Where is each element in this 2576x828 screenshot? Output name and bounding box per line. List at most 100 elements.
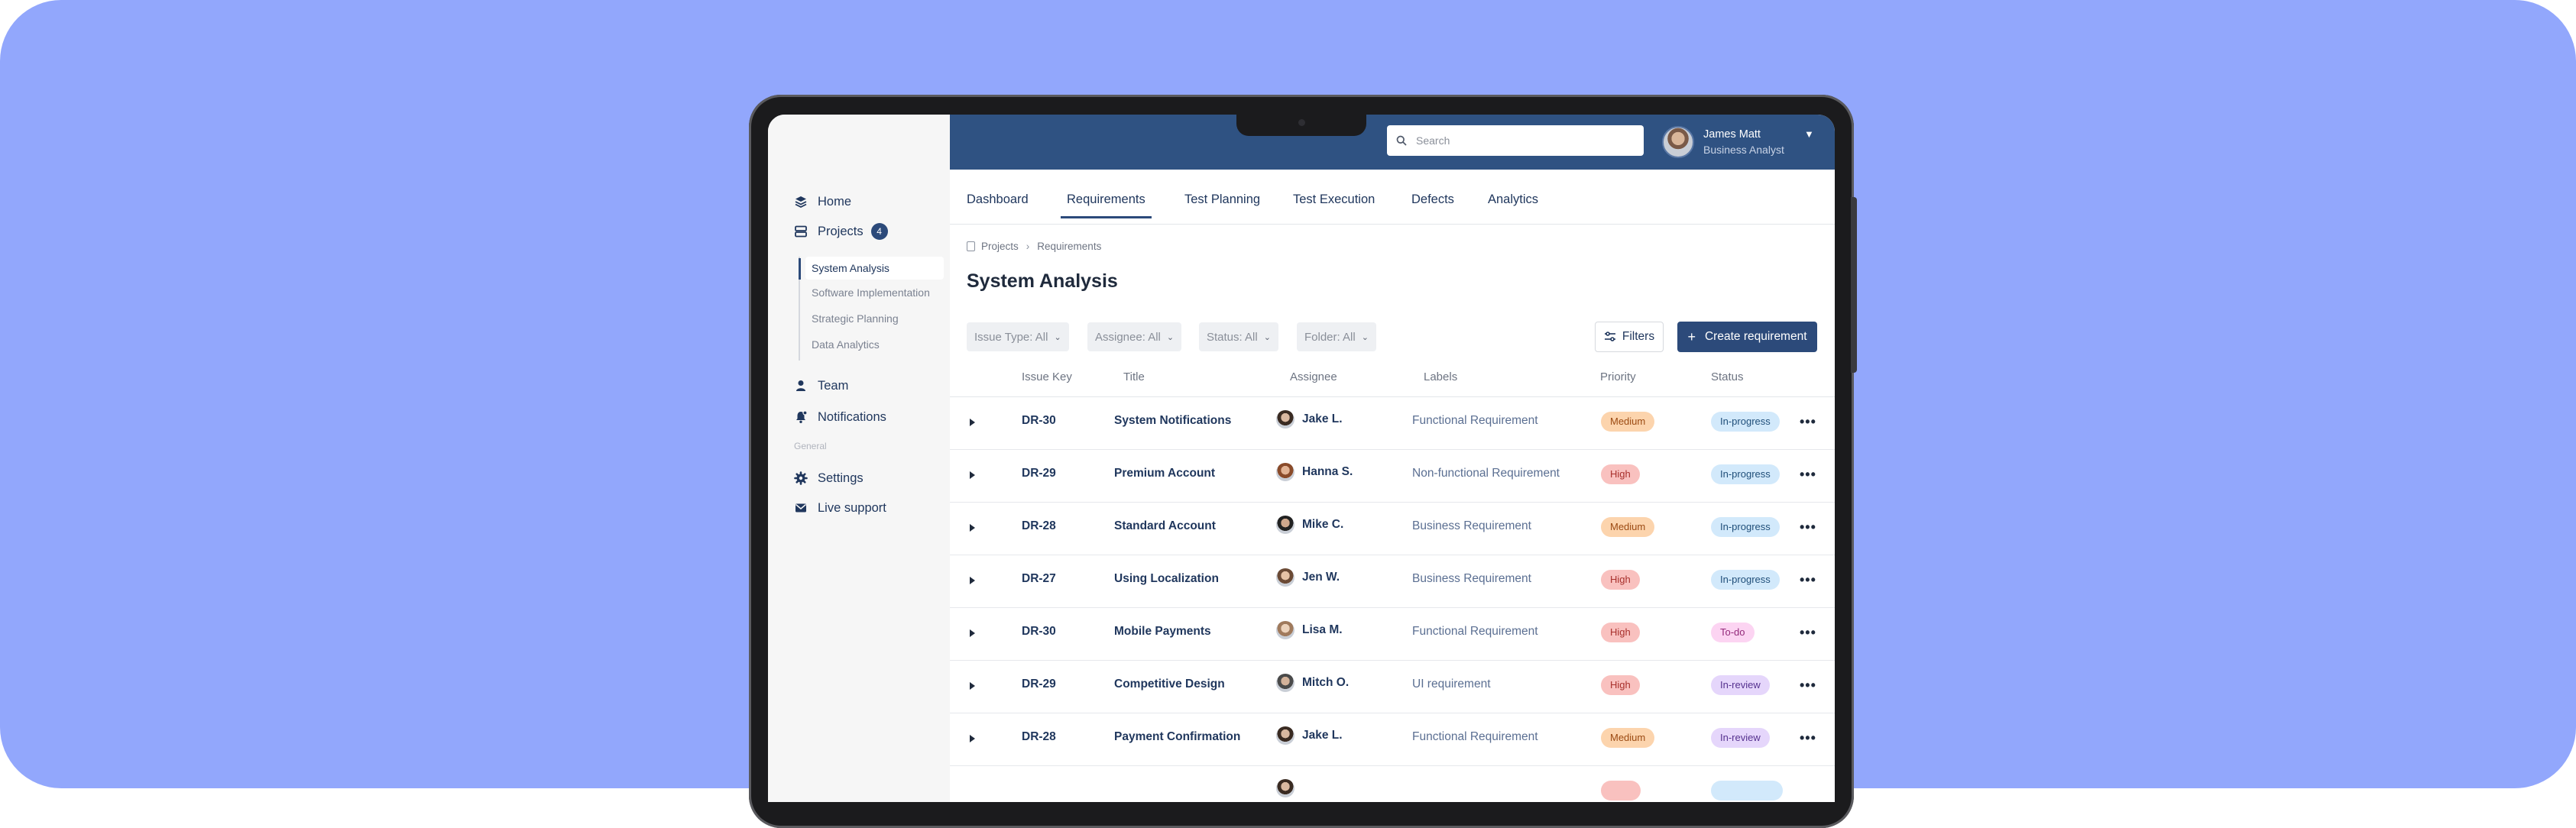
create-button-label: Create requirement (1704, 330, 1807, 343)
sidebar-item-home[interactable]: Home (794, 191, 851, 212)
expand-row-icon[interactable] (970, 419, 975, 426)
status-badge: In-review (1711, 728, 1770, 748)
tab-analytics[interactable]: Analytics (1488, 192, 1538, 207)
assignee[interactable]: Jake L. (1276, 726, 1343, 745)
table-row[interactable]: DR-28 Payment Confirmation Jake L. Function… (950, 713, 1835, 766)
layers-icon (794, 195, 808, 209)
assignee[interactable]: Mike C. (1276, 516, 1343, 534)
search-box[interactable] (1387, 125, 1644, 156)
column-issue-key[interactable]: Issue Key (1022, 370, 1072, 383)
issue-key[interactable]: DR-30 (1022, 625, 1056, 639)
filter-folder[interactable]: Folder: All ⌄ (1297, 322, 1376, 351)
assignee[interactable]: Hanna S. (1276, 463, 1353, 481)
issue-key[interactable]: DR-29 (1022, 467, 1056, 480)
subnav-item-system-analysis[interactable]: System Analysis (805, 257, 944, 280)
status-badge (1711, 781, 1783, 801)
filters-button-label: Filters (1622, 330, 1655, 343)
more-options-icon[interactable]: ••• (1800, 730, 1816, 746)
issue-title[interactable]: Using Localization (1114, 572, 1219, 586)
gear-icon (794, 471, 808, 485)
more-options-icon[interactable]: ••• (1800, 467, 1816, 483)
table-row[interactable]: DR-29 Premium Account Hanna S. Non-function… (950, 450, 1835, 503)
issue-key[interactable]: DR-30 (1022, 414, 1056, 428)
filters-button[interactable]: Filters (1595, 322, 1664, 352)
expand-row-icon[interactable] (970, 471, 975, 479)
table-row[interactable]: DR-28 Standard Account Mike C. Business Req… (950, 503, 1835, 555)
priority-badge: High (1601, 675, 1640, 695)
tab-test-planning[interactable]: Test Planning (1184, 192, 1260, 207)
expand-row-icon[interactable] (970, 524, 975, 532)
subnav-item-strategic-planning[interactable]: Strategic Planning (812, 309, 899, 328)
table-row[interactable]: DR-27 Using Localization Jen W. Business Re… (950, 555, 1835, 608)
avatar (1276, 621, 1294, 639)
issue-title[interactable]: Premium Account (1114, 467, 1215, 480)
create-requirement-button[interactable]: + Create requirement (1677, 322, 1817, 352)
column-status[interactable]: Status (1711, 370, 1744, 383)
sidebar-item-live-support[interactable]: Live support (794, 497, 886, 519)
avatar (1276, 726, 1294, 745)
column-labels[interactable]: Labels (1424, 370, 1457, 383)
issue-title[interactable]: Standard Account (1114, 519, 1216, 533)
more-options-icon[interactable]: ••• (1800, 625, 1816, 641)
more-options-icon[interactable]: ••• (1800, 519, 1816, 535)
issue-key[interactable]: DR-29 (1022, 678, 1056, 691)
sidebar-item-notifications[interactable]: Notifications (794, 406, 886, 428)
assignee-name: Jake L. (1302, 412, 1343, 425)
table-row[interactable]: DR-30 Mobile Payments Lisa M. Functional Re… (950, 608, 1835, 661)
issue-label: Functional Requirement (1412, 625, 1538, 638)
search-input[interactable] (1414, 134, 1616, 147)
plus-icon: + (1687, 328, 1696, 344)
issue-key[interactable]: DR-28 (1022, 519, 1056, 533)
issue-title[interactable]: Payment Confirmation (1114, 730, 1240, 744)
filter-assignee[interactable]: Assignee: All ⌄ (1087, 322, 1182, 351)
issue-label: Business Requirement (1412, 572, 1531, 585)
assignee[interactable]: Jake L. (1276, 410, 1343, 429)
projects-subnav: System Analysis Software Implementation … (799, 257, 950, 364)
assignee[interactable] (1276, 779, 1302, 797)
issue-title[interactable]: Mobile Payments (1114, 625, 1211, 639)
tab-requirements[interactable]: Requirements (1061, 192, 1152, 218)
assignee[interactable]: Lisa M. (1276, 621, 1343, 639)
expand-row-icon[interactable] (970, 577, 975, 584)
subnav-item-software-implementation[interactable]: Software Implementation (812, 283, 930, 302)
issue-title[interactable]: System Notifications (1114, 414, 1231, 428)
issue-key[interactable]: DR-27 (1022, 572, 1056, 586)
tab-test-execution[interactable]: Test Execution (1293, 192, 1375, 207)
issue-title[interactable]: Competitive Design (1114, 678, 1225, 691)
more-options-icon[interactable]: ••• (1800, 678, 1816, 694)
bell-icon (794, 410, 808, 424)
projects-count-badge: 4 (870, 223, 888, 240)
user-menu[interactable]: James Matt Business Analyst (1662, 125, 1784, 159)
sliders-icon (1604, 332, 1616, 342)
column-priority[interactable]: Priority (1600, 370, 1636, 383)
table-row[interactable] (950, 766, 1835, 802)
chevron-right-icon: › (1026, 241, 1030, 252)
more-options-icon[interactable]: ••• (1800, 572, 1816, 588)
sidebar-item-projects[interactable]: Projects 4 (794, 221, 888, 242)
expand-row-icon[interactable] (970, 735, 975, 742)
table-row[interactable]: DR-30 System Notifications Jake L. Function… (950, 397, 1835, 450)
expand-row-icon[interactable] (970, 629, 975, 637)
issue-key[interactable]: DR-28 (1022, 730, 1056, 744)
tab-defects[interactable]: Defects (1411, 192, 1454, 207)
table-row[interactable]: DR-29 Competitive Design Mitch O. UI requir… (950, 661, 1835, 713)
avatar (1276, 568, 1294, 587)
assignee-name: Jen W. (1302, 571, 1340, 584)
more-options-icon[interactable]: ••• (1800, 414, 1816, 430)
breadcrumb: Projects › Requirements (967, 241, 1101, 252)
assignee[interactable]: Mitch O. (1276, 674, 1349, 692)
sidebar-item-settings[interactable]: Settings (794, 467, 864, 489)
filter-status[interactable]: Status: All ⌄ (1199, 322, 1278, 351)
sidebar-item-team[interactable]: Team (794, 375, 848, 396)
caret-down-icon[interactable]: ▼ (1804, 128, 1814, 140)
filter-issue-type[interactable]: Issue Type: All ⌄ (967, 322, 1069, 351)
breadcrumb-requirements[interactable]: Requirements (1037, 241, 1101, 252)
breadcrumb-projects[interactable]: Projects (981, 241, 1019, 252)
column-title[interactable]: Title (1123, 370, 1145, 383)
column-assignee[interactable]: Assignee (1290, 370, 1337, 383)
tab-dashboard[interactable]: Dashboard (967, 192, 1029, 207)
expand-row-icon[interactable] (970, 682, 975, 690)
issue-label: Business Requirement (1412, 519, 1531, 532)
assignee[interactable]: Jen W. (1276, 568, 1340, 587)
subnav-item-data-analytics[interactable]: Data Analytics (812, 335, 880, 354)
